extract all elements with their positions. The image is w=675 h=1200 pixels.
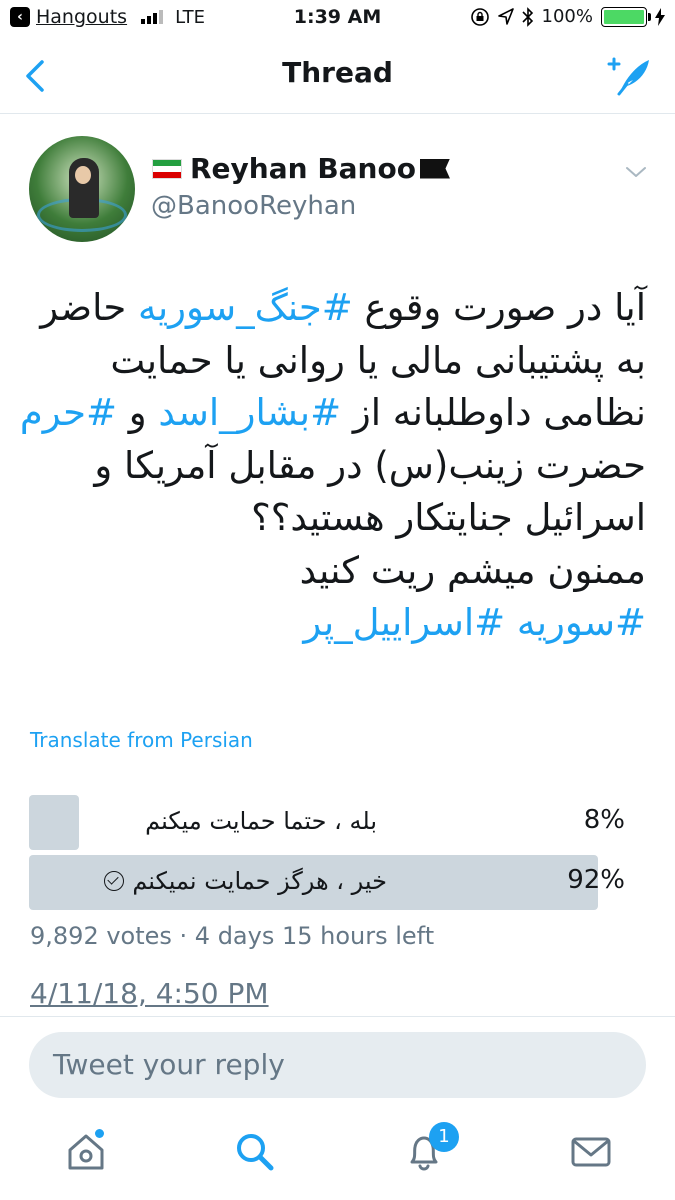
tab-bar xyxy=(0,1110,675,1200)
messages-envelope-icon[interactable] xyxy=(569,1130,613,1174)
rotation-lock-icon xyxy=(470,7,489,26)
poll-option-label: بله ، حتما حمایت میکنم xyxy=(145,807,377,835)
hashtag-link[interactable]: #بشار_اسد xyxy=(158,391,341,434)
notifications-badge: 1 xyxy=(429,1122,459,1152)
tweet-text: آیا در صورت وقوع #جنگ_سوریه حاضر به پشتی… xyxy=(19,282,646,650)
iran-flag-icon xyxy=(152,158,182,179)
tweet-options-chevron-icon[interactable] xyxy=(624,160,648,184)
tweet-line-7: #سوریه #اسراییل_پر xyxy=(28,597,646,650)
search-icon[interactable] xyxy=(233,1130,277,1174)
tweet-line-6: ممنون میشم ریت کنید xyxy=(299,548,646,592)
hashtag-link[interactable]: #حرم xyxy=(20,391,117,434)
battery-icon xyxy=(601,6,651,27)
avatar[interactable] xyxy=(29,136,135,242)
author-handle[interactable]: @BanooReyhan xyxy=(151,191,356,221)
poll-option: بله ، حتما حمایت میکنم 8% xyxy=(29,795,627,850)
poll-option-percent: 92% xyxy=(567,865,625,895)
location-icon xyxy=(497,7,514,25)
poll-result-bar xyxy=(29,795,79,850)
hashtag-link[interactable]: #سوریه xyxy=(517,601,646,644)
hashtag-link[interactable]: #اسراییل_پر xyxy=(303,601,505,644)
translate-link[interactable]: Translate from Persian xyxy=(30,728,253,752)
charging-icon xyxy=(655,7,665,26)
tweet-line-2: به پشتیبانی مالی یا روانی یا حمایت xyxy=(110,338,646,382)
divider xyxy=(0,1016,675,1017)
page-title: Thread xyxy=(282,56,393,89)
reply-input[interactable]: Tweet your reply xyxy=(29,1032,646,1098)
tweet-line-4: حضرت زینب(س) در مقابل آمریکا و xyxy=(94,443,646,487)
poll-option-percent: 8% xyxy=(583,805,625,835)
author-name: Reyhan Banoo xyxy=(190,152,416,185)
poll-option-selected: خیر ، هرگز حمایت نمیکنم 92% xyxy=(29,855,627,910)
poll-meta: 9,892 votes · 4 days 15 hours left xyxy=(30,922,435,950)
status-right: 100% xyxy=(470,6,665,27)
compose-tweet-icon[interactable] xyxy=(605,54,653,98)
battery-percent: 100% xyxy=(541,6,593,27)
poll-option-label: خیر ، هرگز حمایت نمیکنم xyxy=(132,867,387,895)
author-name-line[interactable]: Reyhan Banoo xyxy=(152,152,450,185)
tweet-line-1: آیا در صورت وقوع #جنگ_سوریه حاضر xyxy=(40,286,646,329)
status-bar: ‹ Hangouts LTE 1:39 AM 100% xyxy=(0,0,675,38)
bluetooth-icon xyxy=(521,6,533,27)
black-flag-icon xyxy=(419,158,450,179)
tweet-timestamp[interactable]: 4/11/18, 4:50 PM xyxy=(30,977,269,1010)
home-new-indicator xyxy=(95,1129,104,1138)
tweet-line-5: اسرائیل جنایتکار هستید؟؟ xyxy=(251,496,646,539)
nav-bar: Thread xyxy=(0,38,675,114)
poll-option-label-row: خیر ، هرگز حمایت نمیکنم xyxy=(104,867,387,895)
hashtag-link[interactable]: #جنگ_سوریه xyxy=(138,286,353,329)
check-circle-icon xyxy=(104,871,125,891)
tweet-line-3: نظامی داوطلبانه از #بشار_اسد و #حرم xyxy=(19,391,646,434)
